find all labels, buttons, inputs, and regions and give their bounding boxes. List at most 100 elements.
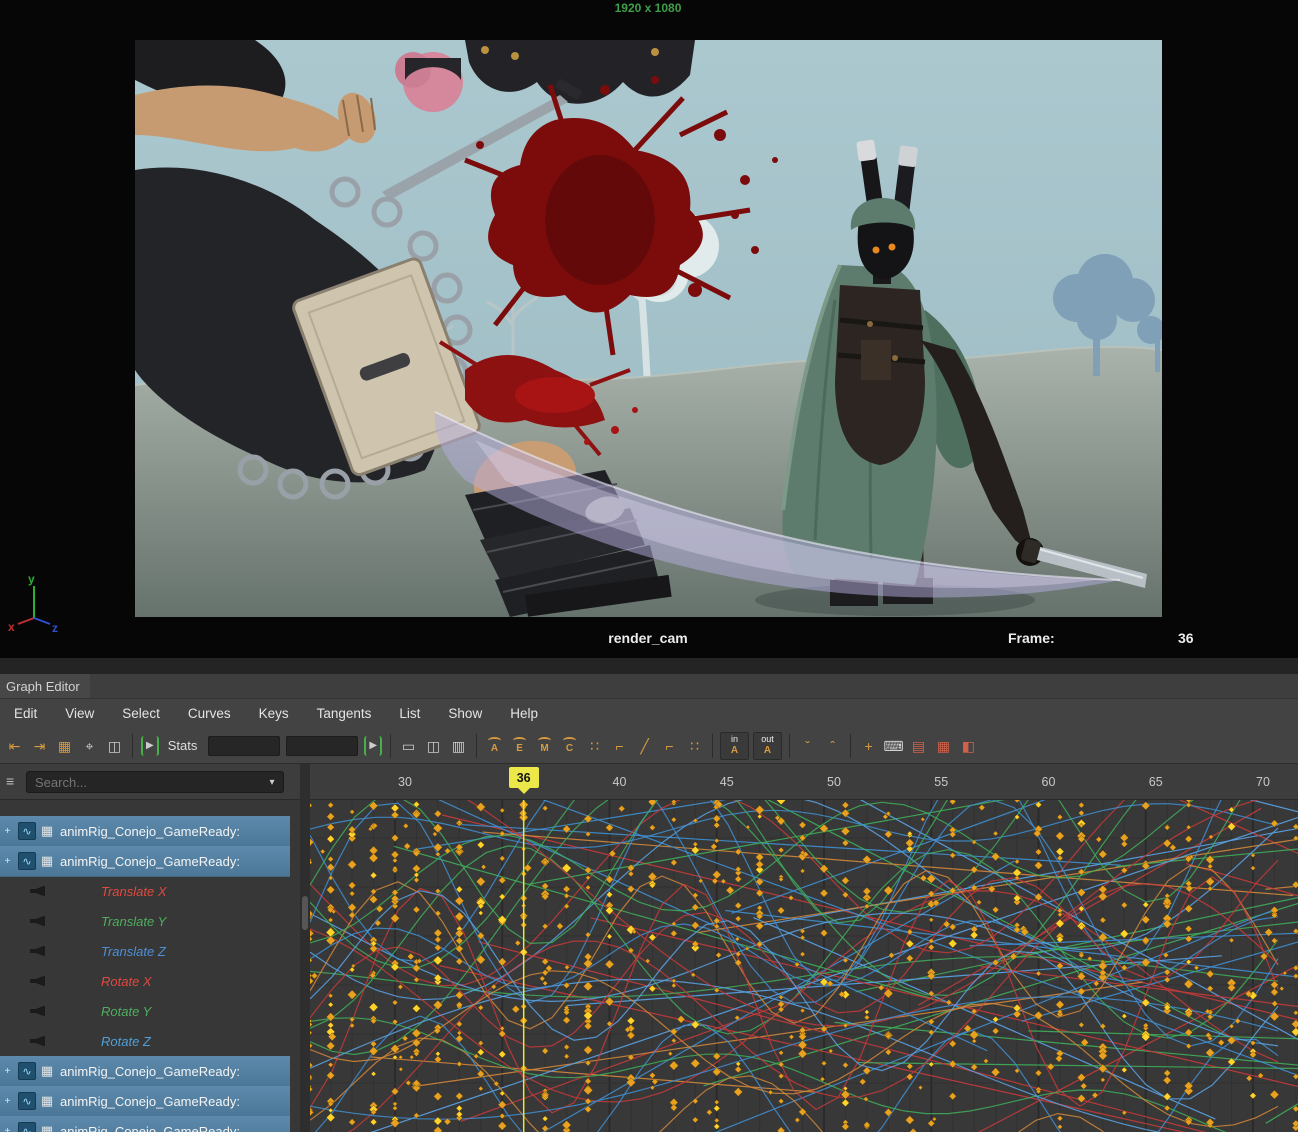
timeline-tick-45: 45 [720,775,734,789]
timeline-ruler[interactable]: 36 3040455055606570 [310,764,1298,800]
timeline-tick-40: 40 [613,775,627,789]
timeline-tick-70: 70 [1256,775,1270,789]
node-grid-icon: ▦ [39,1123,55,1132]
graph-editor-tab-row: Graph Editor [0,674,1298,699]
menu-bar: EditViewSelectCurvesKeysTangentsListShow… [0,698,1298,728]
tangent-ease-icon[interactable]: E [508,734,531,758]
resolution-label: 1920 x 1080 [615,1,682,15]
outliner-channel-row[interactable]: Translate X [0,876,290,906]
mute-icon[interactable] [30,946,45,957]
channel-label: Translate Z [101,944,166,959]
lattice-deform-keys-icon[interactable]: ▦ [53,734,76,758]
current-frame-marker[interactable]: 36 [509,767,539,788]
outliner-node-row[interactable]: +∿▦animRig_Conejo_GameReady: [0,1086,290,1117]
stats-field-2[interactable] [286,736,358,756]
menu-curves[interactable]: Curves [174,706,245,721]
snap-value-toggle-icon[interactable]: ▶ [364,736,382,756]
chevron-down-icon[interactable]: ▾ [261,777,283,788]
maya-window: 1920 x 1080 [0,0,1298,1132]
menu-edit[interactable]: Edit [0,706,51,721]
unify-tangents-icon[interactable]: ˆ [821,734,844,758]
insert-keys-tool-icon[interactable]: ⇥ [28,734,51,758]
menu-help[interactable]: Help [496,706,552,721]
panel-divider [0,658,1298,674]
panel-splitter[interactable] [300,764,310,1132]
expander-icon[interactable]: + [0,826,15,837]
search-input[interactable] [27,775,261,790]
outliner-channel-row[interactable]: Rotate Y [0,996,290,1026]
key-offset-icon[interactable]: ⌐ [608,734,631,758]
step-key-icon[interactable]: ⌐ [658,734,681,758]
outliner-channel-row[interactable]: Translate Y [0,906,290,936]
stats-field-1[interactable] [208,736,280,756]
frame-value: 36 [1178,630,1194,646]
outliner-channel-row[interactable]: Translate Z [0,936,290,966]
node-grid-icon: ▦ [39,823,55,839]
linear-slope-icon[interactable]: ╱ [633,734,656,758]
node-label: animRig_Conejo_GameReady: [60,1124,240,1132]
menu-keys[interactable]: Keys [245,706,303,721]
tangent-auto-icon[interactable]: A [483,734,506,758]
menu-list[interactable]: List [385,706,434,721]
curve-panel-icon[interactable]: ◧ [957,734,980,758]
mute-icon[interactable] [30,1036,45,1047]
camera-label: render_cam [608,630,687,646]
expander-icon[interactable]: + [0,1126,15,1132]
trax-editor-icon[interactable]: ▦ [932,734,955,758]
move-keys-icon[interactable]: + [857,734,880,758]
out-tangent-box[interactable]: outA [753,732,782,760]
mute-icon[interactable] [30,976,45,987]
toolbar-separator [712,734,713,758]
key-marker-icon[interactable]: ∷ [583,734,606,758]
outliner-node-row[interactable]: +∿▦animRig_Conejo_GameReady: [0,846,290,877]
menu-select[interactable]: Select [108,706,174,721]
channel-label: Translate X [101,884,167,899]
outliner-channel-row[interactable]: Rotate Z [0,1026,290,1056]
splitter-handle[interactable] [302,896,308,930]
viewport-render[interactable] [135,40,1162,617]
timeline-tick-55: 55 [934,775,948,789]
mute-icon[interactable] [30,916,45,927]
stacked-view-icon[interactable]: ◫ [422,734,445,758]
mute-icon[interactable] [30,886,45,897]
mute-icon[interactable] [30,1006,45,1017]
menu-show[interactable]: Show [434,706,496,721]
outliner-node-row[interactable]: +∿▦animRig_Conejo_GameReady: [0,1116,290,1132]
tangent-mid-icon[interactable]: M [533,734,556,758]
expander-icon[interactable]: + [0,1066,15,1077]
outliner-node-row[interactable]: +∿▦animRig_Conejo_GameReady: [0,816,290,847]
anim-curve-icon: ∿ [18,1092,36,1110]
absolute-view-icon[interactable]: ▭ [397,734,420,758]
retime-tool-icon[interactable]: ◫ [103,734,126,758]
outliner-node-row[interactable]: +∿▦animRig_Conejo_GameReady: [0,1056,290,1087]
anim-curve-icon: ∿ [18,1062,36,1080]
expander-icon[interactable]: + [0,856,15,867]
menu-view[interactable]: View [51,706,108,721]
search-box: ▾ [26,771,284,793]
axis-x-label: x [8,620,15,634]
graph-editor-panel: Graph Editor EditViewSelectCurvesKeysTan… [0,658,1298,1132]
move-nearest-key-tool-icon[interactable]: ⇤ [3,734,26,758]
outliner-channel-row[interactable]: Rotate X [0,966,290,996]
snap-time-toggle-icon[interactable]: ▶ [141,736,159,756]
menu-tangents[interactable]: Tangents [303,706,386,721]
keyboard-icon[interactable]: ⌨ [882,734,905,758]
anim-curve-icon: ∿ [18,852,36,870]
channel-label: Translate Y [101,914,166,929]
toolbar-separator [132,734,133,758]
filter-icon[interactable]: ≡ [6,773,14,789]
expander-icon[interactable]: + [0,1096,15,1107]
tangent-clamped-icon[interactable]: C [558,734,581,758]
channel-outliner: +∿▦animRig_Conejo_GameReady:+∿▦animRig_C… [0,800,300,1132]
graph-editor-tab[interactable]: Graph Editor [0,674,90,698]
channel-label: Rotate Y [101,1004,151,1019]
channel-label: Rotate X [101,974,152,989]
axis-gizmo: y x z [4,572,64,634]
break-tangents-icon[interactable]: ˇ [796,734,819,758]
curve-graph-area[interactable] [310,800,1298,1132]
normalized-view-icon[interactable]: ▥ [447,734,470,758]
region-select-tool-icon[interactable]: ⌖ [78,734,101,758]
in-tangent-box[interactable]: inA [720,732,749,760]
key-grid-icon[interactable]: ∷ [683,734,706,758]
dope-sheet-icon[interactable]: ▤ [907,734,930,758]
